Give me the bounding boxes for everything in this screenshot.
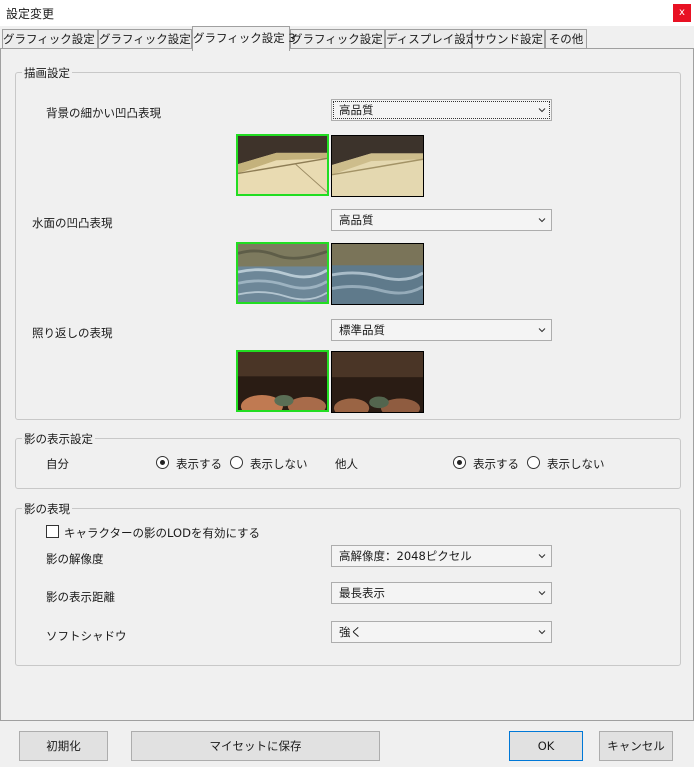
title-bar: 設定変更 x: [0, 0, 694, 26]
others-shadow-show-label[interactable]: 表示する: [473, 456, 519, 472]
shadow-distance-value: 最長表示: [339, 586, 385, 600]
soft-shadow-label: ソフトシャドウ: [46, 629, 127, 643]
drawing-settings-title: 描画設定: [22, 65, 72, 81]
others-shadow-label: 他人: [335, 457, 358, 471]
chevron-down-icon: [538, 218, 546, 223]
self-shadow-label: 自分: [46, 457, 69, 471]
self-shadow-show-label[interactable]: 表示する: [176, 456, 222, 472]
others-shadow-hide-radio[interactable]: [527, 456, 540, 469]
shadow-resolution-label: 影の解像度: [46, 552, 104, 566]
others-shadow-show-radio[interactable]: [453, 456, 466, 469]
soft-shadow-select[interactable]: 強く: [331, 621, 552, 643]
shadow-resolution-value: 高解像度：2048ピクセル: [339, 549, 472, 563]
bump-select-value: 高品質: [339, 103, 374, 117]
reflection-preview-high[interactable]: [236, 350, 329, 412]
self-shadow-hide-label[interactable]: 表示しない: [250, 456, 308, 472]
shadow-quality-group: 影の表現 キャラクターの影のLODを有効にする 影の解像度 高解像度：2048ピ…: [15, 501, 681, 666]
shadow-distance-select[interactable]: 最長表示: [331, 582, 552, 604]
tab-display[interactable]: ディスプレイ設定: [385, 29, 477, 50]
chevron-down-icon: [538, 630, 546, 635]
bump-select[interactable]: 高品質: [331, 99, 552, 121]
soft-shadow-value: 強く: [339, 625, 362, 639]
cancel-button[interactable]: キャンセル: [599, 731, 673, 761]
lod-checkbox[interactable]: [46, 525, 59, 538]
reflection-label: 照り返しの表現: [32, 326, 113, 340]
shadow-display-title: 影の表示設定: [22, 431, 95, 447]
bump-preview-standard[interactable]: [331, 135, 424, 197]
window-title: 設定変更: [6, 7, 55, 21]
water-select-value: 高品質: [339, 213, 374, 227]
chevron-down-icon: [538, 591, 546, 596]
water-label: 水面の凹凸表現: [32, 216, 113, 230]
shadow-quality-title: 影の表現: [22, 501, 72, 517]
drawing-settings-group: 描画設定 背景の細かい凹凸表現 高品質 水面の凹凸表現 高品質 照り返しの表現 …: [15, 65, 681, 420]
reflection-select[interactable]: 標準品質: [331, 319, 552, 341]
shadow-resolution-select[interactable]: 高解像度：2048ピクセル: [331, 545, 552, 567]
tab-graphics-4[interactable]: グラフィック設定 4: [290, 29, 394, 50]
close-button[interactable]: x: [673, 4, 691, 22]
self-shadow-hide-radio[interactable]: [230, 456, 243, 469]
chevron-down-icon: [538, 108, 546, 113]
reflection-preview-standard[interactable]: [331, 351, 424, 413]
tab-graphics-2[interactable]: グラフィック設定 2: [98, 29, 202, 50]
chevron-down-icon: [538, 328, 546, 333]
reflection-select-value: 標準品質: [339, 323, 385, 337]
tab-graphics-1[interactable]: グラフィック設定 1: [2, 29, 106, 50]
shadow-display-group: 影の表示設定 自分 表示する 表示しない 他人 表示する 表示しない: [15, 431, 681, 489]
save-preset-button[interactable]: マイセットに保存: [131, 731, 380, 761]
shadow-distance-label: 影の表示距離: [46, 590, 115, 604]
lod-label[interactable]: キャラクターの影のLODを有効にする: [64, 525, 260, 541]
water-preview-high[interactable]: [236, 242, 329, 304]
settings-panel: 描画設定 背景の細かい凹凸表現 高品質 水面の凹凸表現 高品質 照り返しの表現 …: [0, 48, 694, 721]
reset-button[interactable]: 初期化: [19, 731, 108, 761]
ok-button[interactable]: OK: [509, 731, 583, 761]
water-select[interactable]: 高品質: [331, 209, 552, 231]
tab-sound[interactable]: サウンド設定: [472, 29, 545, 50]
self-shadow-show-radio[interactable]: [156, 456, 169, 469]
tab-bar: グラフィック設定 1 グラフィック設定 2 グラフィック設定 3 グラフィック設…: [0, 26, 694, 51]
tab-other[interactable]: その他: [545, 29, 587, 50]
water-preview-standard[interactable]: [331, 243, 424, 305]
bump-preview-high[interactable]: [236, 134, 329, 196]
others-shadow-hide-label[interactable]: 表示しない: [547, 456, 605, 472]
tab-graphics-3[interactable]: グラフィック設定 3: [192, 26, 296, 51]
bump-label: 背景の細かい凹凸表現: [46, 106, 161, 120]
chevron-down-icon: [538, 554, 546, 559]
